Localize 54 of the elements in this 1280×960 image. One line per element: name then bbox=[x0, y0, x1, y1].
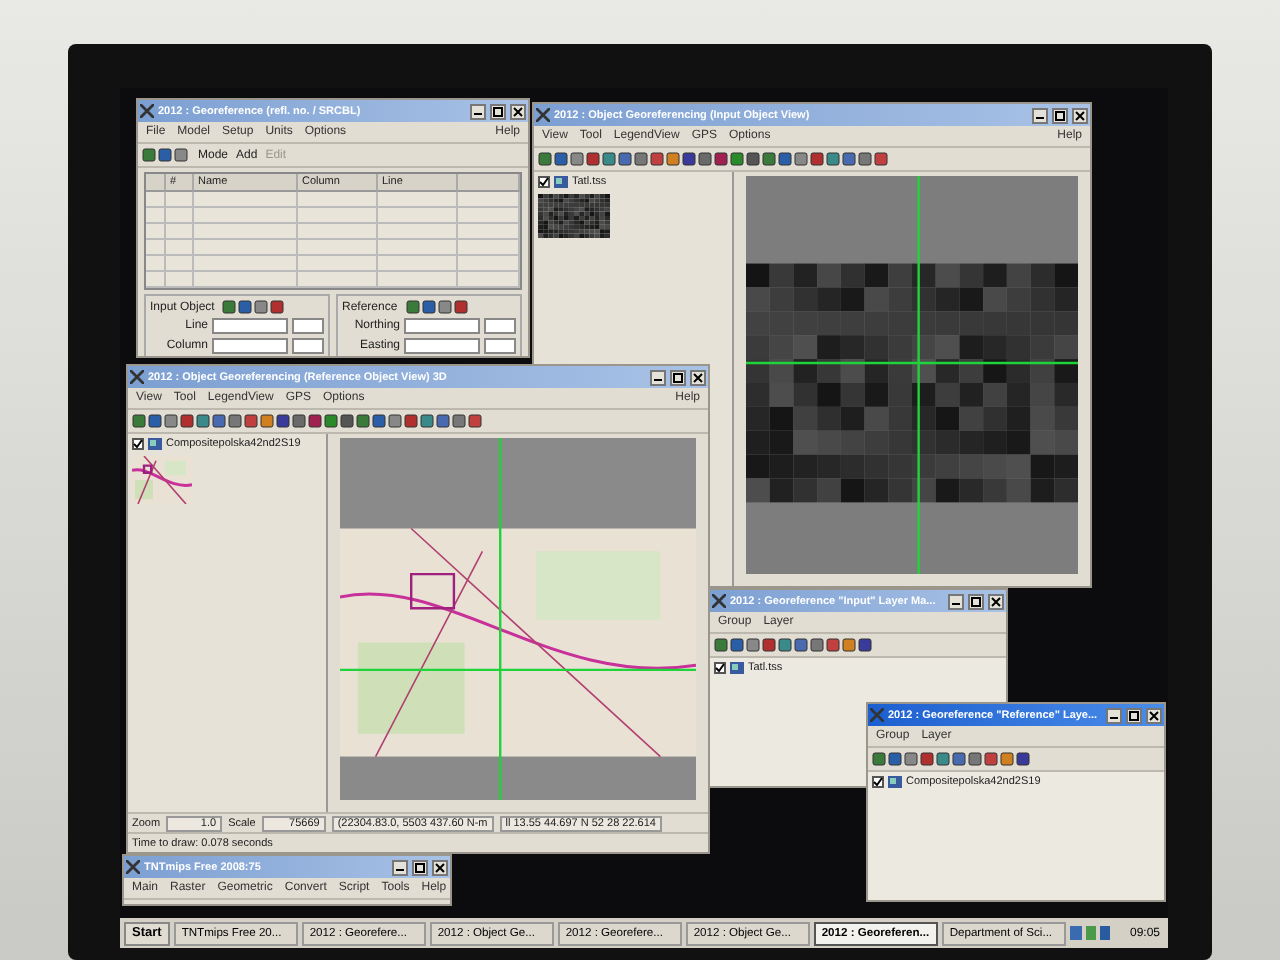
input-field[interactable] bbox=[292, 318, 324, 334]
minimize-button[interactable] bbox=[470, 103, 486, 119]
checkbox[interactable] bbox=[538, 176, 550, 188]
close-button[interactable] bbox=[1072, 107, 1088, 123]
close-icon bbox=[1074, 109, 1086, 121]
tray-icons-drawing bbox=[1069, 926, 1110, 940]
input-field[interactable] bbox=[292, 338, 324, 354]
column-header bbox=[458, 174, 520, 192]
checkbox[interactable] bbox=[714, 662, 726, 674]
close-icon bbox=[512, 105, 524, 117]
close-button[interactable] bbox=[690, 369, 706, 385]
maximize-button[interactable] bbox=[1052, 107, 1068, 123]
maximize-icon bbox=[414, 861, 426, 873]
maximize-button[interactable] bbox=[412, 859, 428, 875]
maximize-button[interactable] bbox=[670, 369, 686, 385]
input-field[interactable] bbox=[404, 318, 480, 334]
close-icon bbox=[1148, 709, 1160, 721]
close-icon bbox=[990, 595, 1002, 607]
layer-icon bbox=[148, 438, 162, 450]
minimize-button[interactable] bbox=[392, 859, 408, 875]
layer-icon bbox=[730, 662, 744, 674]
checkbox[interactable] bbox=[132, 438, 144, 450]
thumbnail-image bbox=[538, 194, 610, 238]
checkbox[interactable] bbox=[872, 776, 884, 788]
minimize-button[interactable] bbox=[948, 593, 964, 609]
close-icon bbox=[434, 861, 446, 873]
input-field[interactable] bbox=[484, 338, 516, 354]
thumbnail-image bbox=[132, 456, 192, 504]
maximize-icon bbox=[1054, 109, 1066, 121]
maximize-button[interactable] bbox=[1126, 707, 1142, 723]
minimize-button[interactable] bbox=[650, 369, 666, 385]
close-icon bbox=[692, 371, 704, 383]
toolbar-icons-drawing bbox=[142, 148, 190, 162]
maximize-icon bbox=[672, 371, 684, 383]
close-button[interactable] bbox=[988, 593, 1004, 609]
input-field[interactable] bbox=[212, 318, 288, 334]
minimize-button[interactable] bbox=[1032, 107, 1048, 123]
close-button[interactable] bbox=[432, 859, 448, 875]
maximize-icon bbox=[1128, 709, 1140, 721]
input-field[interactable] bbox=[484, 318, 516, 334]
layer-icon bbox=[554, 176, 568, 188]
input-field[interactable] bbox=[404, 338, 480, 354]
close-button[interactable] bbox=[1146, 707, 1162, 723]
maximize-button[interactable] bbox=[490, 103, 506, 119]
close-button[interactable] bbox=[510, 103, 526, 119]
minimize-button[interactable] bbox=[1106, 707, 1122, 723]
maximize-icon bbox=[970, 595, 982, 607]
input-field[interactable] bbox=[212, 338, 288, 354]
toolbar-icons-drawing bbox=[222, 300, 287, 314]
maximize-icon bbox=[492, 105, 504, 117]
layer-icon bbox=[888, 776, 902, 788]
toolbar-icons-drawing bbox=[405, 300, 470, 314]
column-header bbox=[146, 174, 166, 192]
maximize-button[interactable] bbox=[968, 593, 984, 609]
